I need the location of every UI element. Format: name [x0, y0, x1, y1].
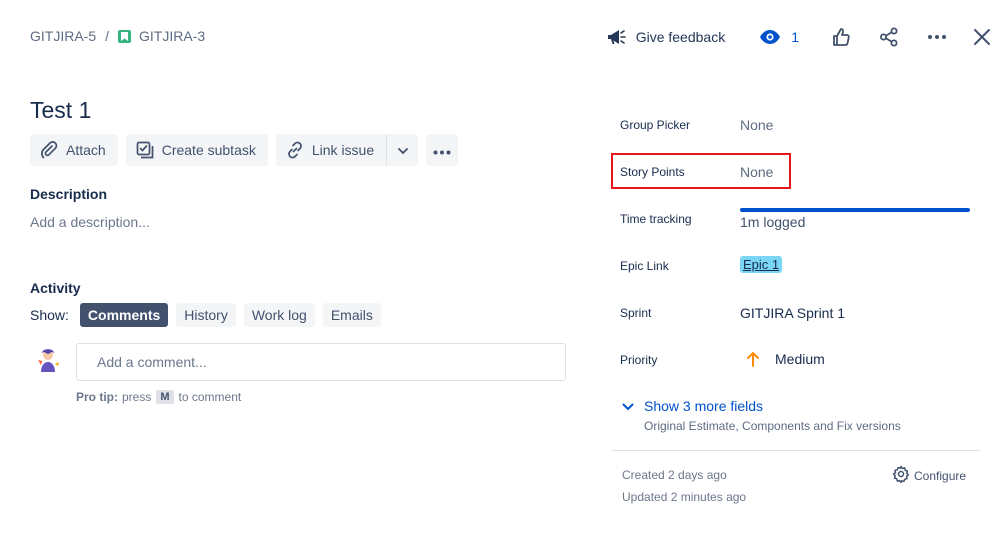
- priority-value[interactable]: Medium: [775, 351, 825, 367]
- more-fields-description: Original Estimate, Components and Fix ve…: [644, 419, 901, 433]
- story-points-label: Story Points: [620, 165, 685, 179]
- arrow-up-icon: [746, 351, 760, 372]
- comment-input[interactable]: Add a comment...: [76, 343, 566, 381]
- time-tracking-value: 1m logged: [740, 214, 806, 230]
- description-heading: Description: [30, 186, 108, 202]
- attach-label: Attach: [66, 142, 106, 158]
- link-icon: [286, 141, 304, 159]
- issue-toolbar: Give feedback 1: [600, 22, 999, 52]
- thumbs-up-icon: [831, 27, 851, 47]
- tab-comments[interactable]: Comments: [79, 303, 169, 327]
- configure-button[interactable]: Configure: [892, 465, 966, 486]
- show-label: Show:: [30, 307, 69, 323]
- ellipsis-icon: [927, 34, 947, 40]
- issue-title[interactable]: Test 1: [30, 97, 91, 124]
- close-button[interactable]: [967, 22, 997, 52]
- breadcrumb-separator: /: [105, 28, 110, 44]
- group-picker-value[interactable]: None: [740, 117, 773, 133]
- tab-work-log[interactable]: Work log: [243, 303, 315, 327]
- pro-tip-press: press: [122, 390, 152, 404]
- show-more-fields-label: Show 3 more fields: [644, 398, 764, 414]
- story-icon: [118, 29, 132, 43]
- megaphone-icon: [606, 28, 626, 46]
- share-icon: [879, 27, 899, 47]
- issue-actions: Attach Create subtask Link issue: [30, 134, 466, 166]
- breadcrumb-current[interactable]: GITJIRA-3: [139, 28, 205, 44]
- time-tracking-label: Time tracking: [620, 212, 692, 226]
- breadcrumb-parent[interactable]: GITJIRA-5: [30, 28, 96, 44]
- gear-icon: [892, 465, 914, 486]
- watch-count: 1: [791, 29, 799, 45]
- chevron-down-icon: [397, 141, 408, 159]
- pro-tip: Pro tip: press M to comment: [76, 390, 241, 404]
- more-issue-actions-button[interactable]: [426, 134, 459, 166]
- show-more-fields-button[interactable]: Show 3 more fields: [622, 398, 763, 414]
- breadcrumb: GITJIRA-5 / GITJIRA-3: [30, 28, 205, 44]
- group-picker-label: Group Picker: [620, 118, 691, 132]
- ellipsis-icon: [433, 142, 451, 158]
- give-feedback-button[interactable]: Give feedback: [600, 22, 732, 52]
- give-feedback-label: Give feedback: [635, 29, 726, 45]
- story-points-value[interactable]: None: [740, 164, 773, 180]
- chevron-down-icon: [622, 398, 644, 414]
- pro-tip-suffix: to comment: [178, 390, 242, 404]
- epic-link-lozenge[interactable]: Epic 1: [740, 256, 783, 273]
- link-issue-label: Link issue: [311, 142, 375, 158]
- create-subtask-label: Create subtask: [161, 142, 256, 158]
- pro-tip-label: Pro tip:: [76, 390, 118, 404]
- close-icon: [973, 28, 991, 46]
- eye-icon: [759, 29, 781, 45]
- like-button[interactable]: [825, 22, 857, 52]
- divider: [612, 450, 980, 451]
- description-input[interactable]: Add a description...: [30, 214, 150, 230]
- activity-heading: Activity: [30, 280, 81, 296]
- link-issue-group: Link issue: [275, 134, 419, 166]
- activity-tabs: Show: Comments History Work log Emails: [30, 303, 389, 327]
- link-issue-dropdown[interactable]: [386, 134, 419, 166]
- watch-button[interactable]: 1: [753, 22, 805, 52]
- link-issue-button[interactable]: Link issue: [275, 134, 387, 166]
- priority-label: Priority: [620, 353, 658, 367]
- create-subtask-button[interactable]: Create subtask: [125, 134, 268, 166]
- configure-label: Configure: [914, 468, 967, 483]
- paperclip-icon: [40, 141, 58, 159]
- shortcut-key: M: [156, 390, 174, 404]
- attach-button[interactable]: Attach: [30, 134, 118, 166]
- avatar: [34, 346, 62, 374]
- time-tracking-bar[interactable]: [740, 208, 970, 212]
- updated-timestamp: Updated 2 minutes ago: [622, 490, 747, 504]
- sprint-value[interactable]: GITJIRA Sprint 1: [740, 305, 845, 321]
- subtask-icon: [136, 141, 154, 159]
- sprint-label: Sprint: [620, 306, 652, 320]
- tab-history[interactable]: History: [176, 303, 236, 327]
- epic-link-label: Epic Link: [620, 259, 669, 273]
- created-timestamp: Created 2 days ago: [622, 468, 727, 482]
- share-button[interactable]: [873, 22, 905, 52]
- more-actions-button[interactable]: [921, 22, 953, 52]
- tab-emails[interactable]: Emails: [322, 303, 381, 327]
